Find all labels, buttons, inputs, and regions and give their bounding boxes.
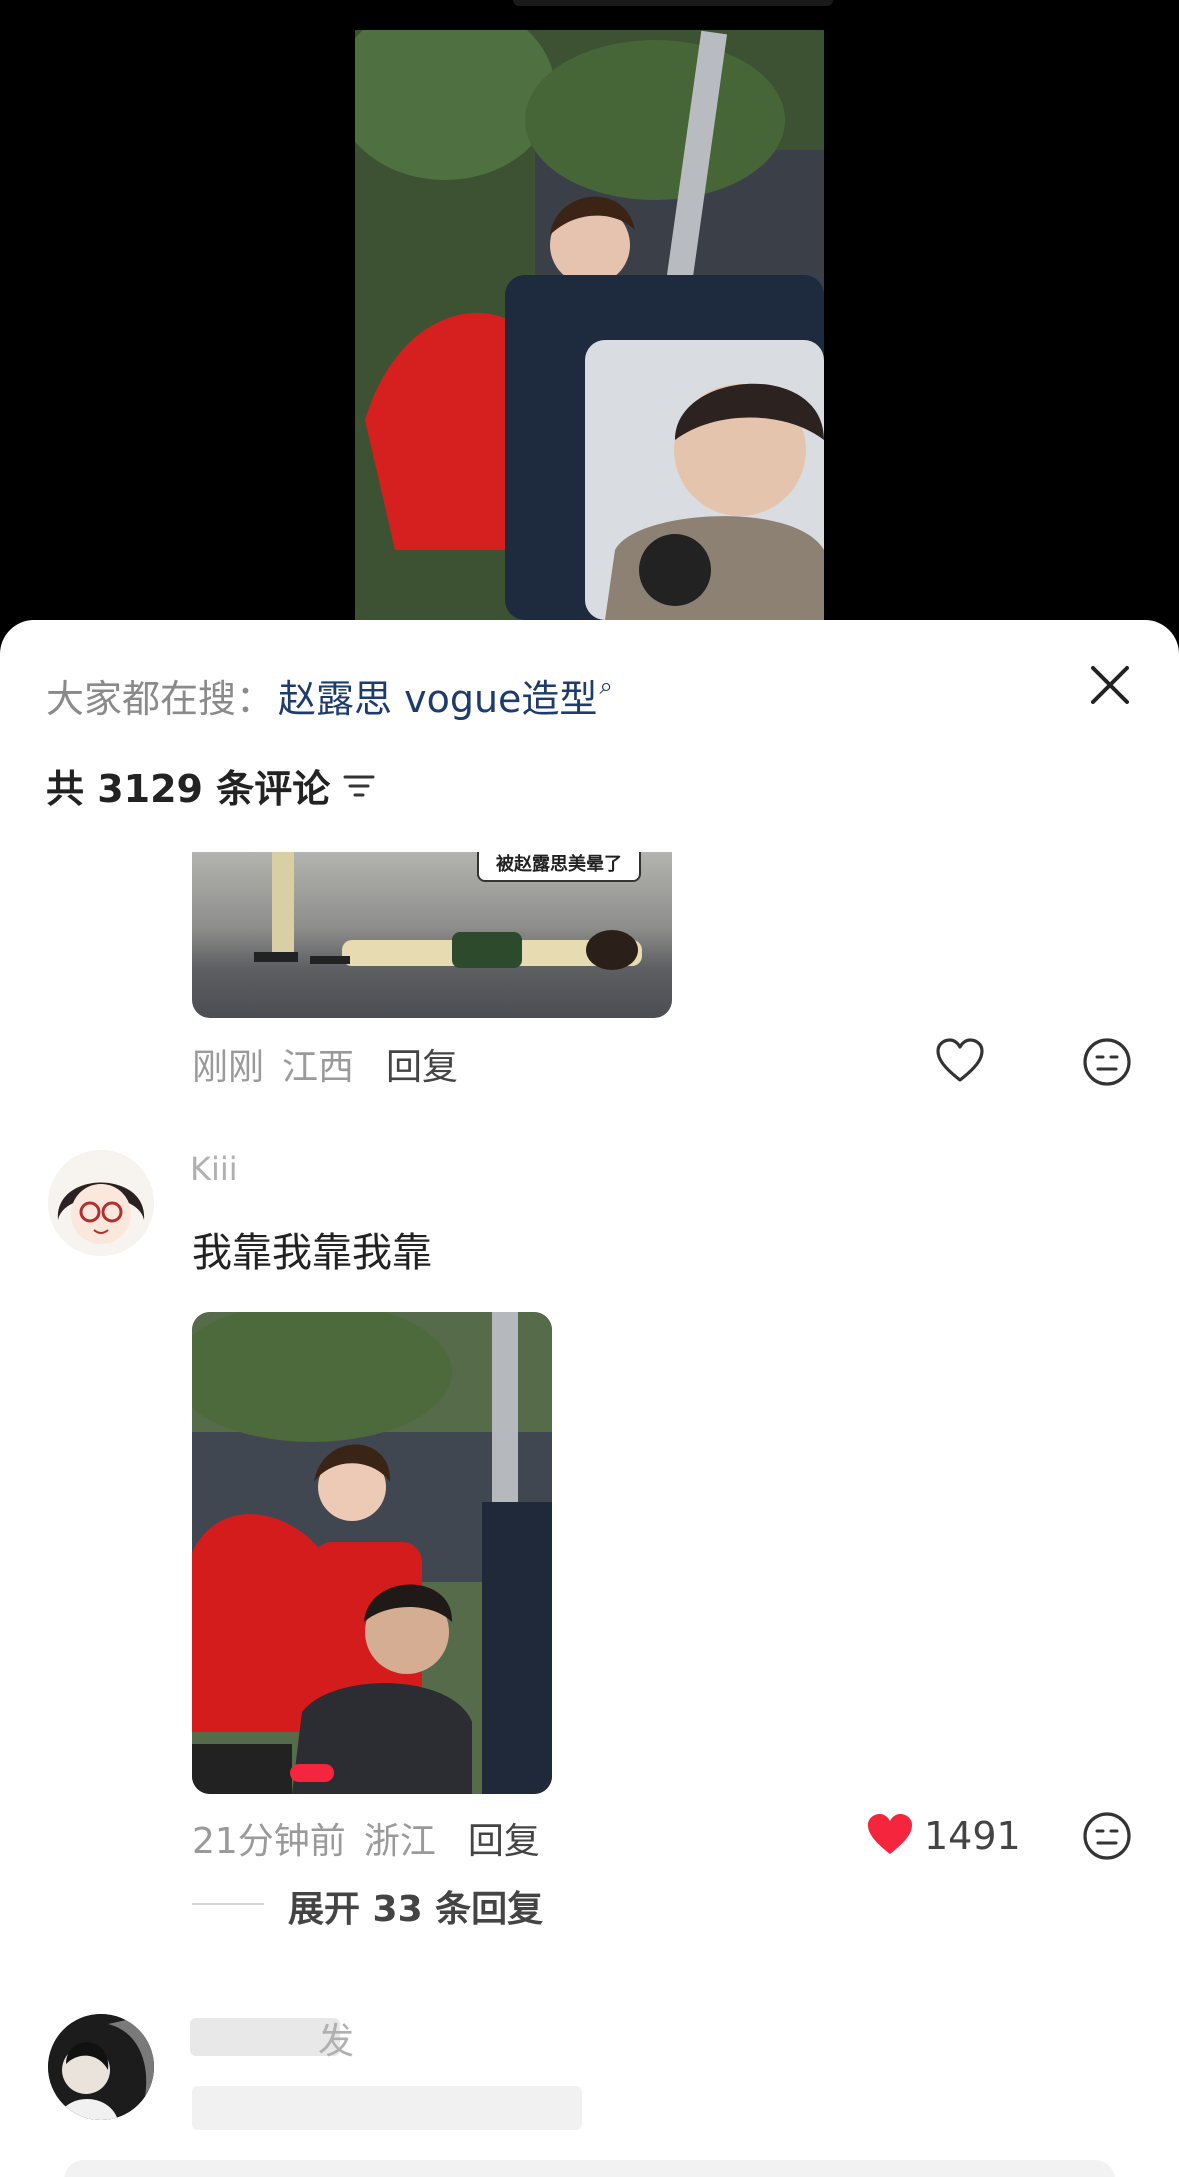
emoji-icon[interactable] <box>1081 1036 1133 1088</box>
comment-username[interactable]: 发 <box>318 2012 354 2064</box>
status-notch <box>513 0 833 6</box>
avatar-image <box>48 1150 154 1256</box>
hot-search-bar[interactable]: 大家都在搜： 赵露思 vogue造型 ⌕ <box>46 668 613 723</box>
comment-username[interactable]: Kiii <box>190 1150 238 1188</box>
comment-time: 21分钟前 <box>192 1821 346 1862</box>
comment-sticker-image[interactable]: 被赵露思美晕了 <box>192 852 672 1018</box>
sticker-caption: 被赵露思美晕了 <box>477 852 641 882</box>
comments-sheet: 大家都在搜： 赵露思 vogue造型 ⌕ 共 3129 条评论 被赵露思美晕了 … <box>0 620 1179 2177</box>
emoji-icon[interactable] <box>1081 1810 1133 1862</box>
hot-search-prefix: 大家都在搜： <box>46 677 275 721</box>
reply-button[interactable]: 回复 <box>468 1812 540 1864</box>
avatar-image <box>48 2014 154 2120</box>
comments-count-header: 共 3129 条评论 <box>46 758 376 813</box>
comment-location: 浙江 <box>363 1821 436 1862</box>
comment-photo-image <box>192 1312 552 1794</box>
avatar[interactable] <box>48 1150 154 1256</box>
like-count: 1491 <box>924 1814 1021 1858</box>
search-icon: ⌕ <box>599 671 613 700</box>
sort-icon[interactable] <box>342 771 376 801</box>
comment-meta: 刚刚 江西 回复 <box>192 1038 458 1090</box>
comment-meta: 21分钟前 浙江 回复 <box>192 1812 540 1864</box>
heart-filled-icon[interactable] <box>864 1810 916 1862</box>
expand-divider <box>192 1903 264 1905</box>
blurred-comment-text <box>192 2086 582 2130</box>
reply-button[interactable]: 回复 <box>386 1038 458 1090</box>
heart-outline-icon[interactable] <box>934 1036 986 1088</box>
comment-input-edge[interactable] <box>64 2160 1115 2177</box>
avatar[interactable] <box>48 2014 154 2120</box>
hot-search-keyword[interactable]: 赵露思 vogue造型 <box>278 668 597 723</box>
close-icon[interactable] <box>1085 660 1135 710</box>
comment-time: 刚刚 <box>192 1047 265 1088</box>
video-frame-image <box>355 30 824 620</box>
video-player[interactable] <box>355 30 824 620</box>
expand-replies-button[interactable]: 展开 33 条回复 <box>288 1880 543 1932</box>
comment-photo[interactable] <box>192 1312 552 1794</box>
comment-text: 我靠我靠我靠 <box>192 1230 432 1276</box>
comments-count-title: 共 3129 条评论 <box>46 767 331 811</box>
comment-location: 江西 <box>282 1047 355 1088</box>
